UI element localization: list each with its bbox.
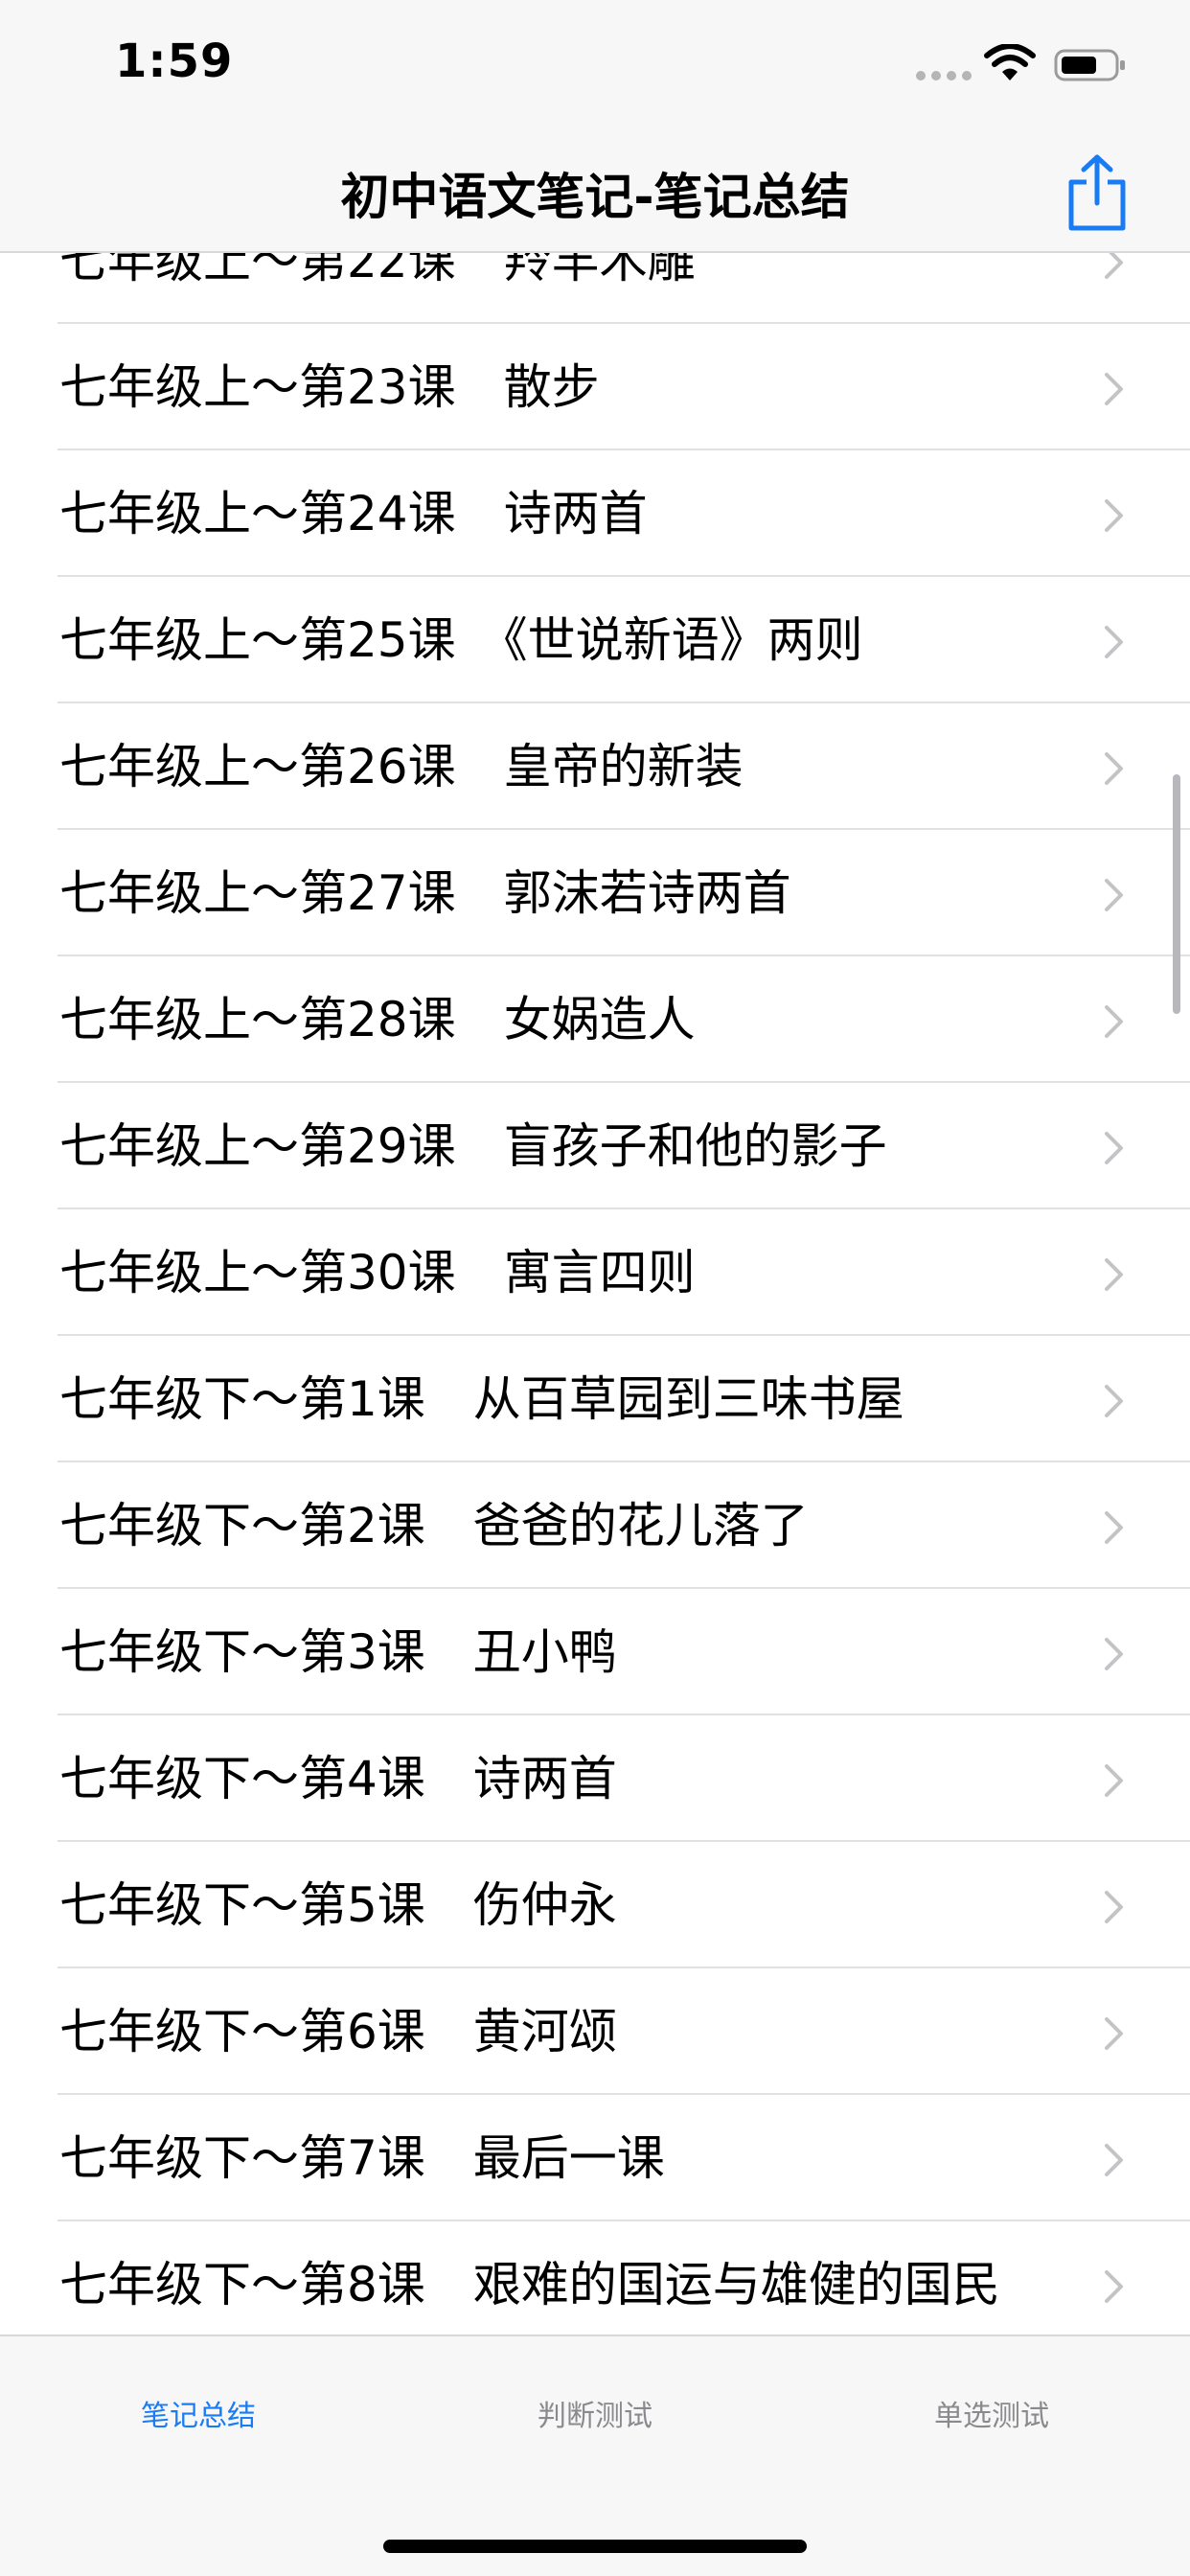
- list-item[interactable]: 七年级上～第26课 皇帝的新装: [0, 703, 1190, 830]
- chevron-right-icon: [1105, 1258, 1123, 1291]
- chevron-right-icon: [1105, 1764, 1123, 1797]
- list-item-label: 七年级上～第25课 《世说新语》两则: [59, 612, 863, 668]
- list-item-label: 七年级下～第4课 诗两首: [59, 1751, 617, 1806]
- list-item[interactable]: 七年级下～第4课 诗两首: [0, 1715, 1190, 1842]
- list-item-label: 七年级上～第22课 羚羊木雕: [59, 253, 696, 288]
- battery-icon: [1054, 49, 1125, 81]
- chevron-right-icon: [1105, 253, 1123, 279]
- list-item-label: 七年级下～第2课 爸爸的花儿落了: [59, 1498, 809, 1553]
- list-item-label: 七年级下～第5课 伤仲永: [59, 1877, 617, 1933]
- list-item[interactable]: 七年级下～第2课 爸爸的花儿落了: [0, 1462, 1190, 1589]
- list-item-label: 七年级下～第7课 最后一课: [59, 2130, 665, 2186]
- list-item-label: 七年级上～第29课 盲孩子和他的影子: [59, 1118, 887, 1174]
- tab-true-false-test[interactable]: 判断测试: [397, 2336, 793, 2490]
- list-item[interactable]: 七年级下～第7课 最后一课: [0, 2095, 1190, 2221]
- list-item[interactable]: 七年级上～第27课 郭沫若诗两首: [0, 830, 1190, 956]
- chevron-right-icon: [1105, 499, 1123, 532]
- list-item-label: 七年级上～第24课 诗两首: [59, 486, 648, 541]
- scroll-indicator[interactable]: [1173, 774, 1180, 1014]
- list-item[interactable]: 七年级下～第8课 艰难的国运与雄健的国民: [0, 2221, 1190, 2334]
- status-bar: 1:59: [0, 0, 1190, 126]
- list-item[interactable]: 七年级上～第30课 寓言四则: [0, 1209, 1190, 1336]
- list-item-label: 七年级下～第3课 丑小鸭: [59, 1624, 617, 1680]
- list-item-label: 七年级上～第26课 皇帝的新装: [59, 739, 744, 794]
- list-item[interactable]: 七年级上～第23课 散步: [0, 324, 1190, 450]
- list-item[interactable]: 七年级下～第5课 伤仲永: [0, 1842, 1190, 1968]
- chevron-right-icon: [1105, 2270, 1123, 2303]
- wifi-icon: [984, 44, 1036, 80]
- chevron-right-icon: [1105, 1891, 1123, 1923]
- list-item[interactable]: 七年级上～第24课 诗两首: [0, 450, 1190, 577]
- list-item-label: 七年级上～第27课 郭沫若诗两首: [59, 865, 791, 921]
- list-item[interactable]: 七年级上～第29课 盲孩子和他的影子: [0, 1083, 1190, 1209]
- list-item-label: 七年级上～第23课 散步: [59, 359, 600, 415]
- list-item-label: 七年级下～第1课 从百草园到三味书屋: [59, 1371, 904, 1427]
- chevron-right-icon: [1105, 2017, 1123, 2050]
- chevron-right-icon: [1105, 626, 1123, 658]
- page-title: 初中语文笔记-笔记总结: [340, 170, 850, 226]
- chevron-right-icon: [1105, 1005, 1123, 1038]
- home-indicator: [383, 2540, 807, 2553]
- chevron-right-icon: [1105, 1638, 1123, 1670]
- list-item[interactable]: 七年级下～第6课 黄河颂: [0, 1968, 1190, 2095]
- tab-single-choice-test[interactable]: 单选测试: [793, 2336, 1190, 2490]
- chevron-right-icon: [1105, 752, 1123, 785]
- chevron-right-icon: [1105, 879, 1123, 911]
- tab-notes-summary[interactable]: 笔记总结: [0, 2336, 397, 2490]
- chevron-right-icon: [1105, 2144, 1123, 2176]
- chevron-right-icon: [1105, 1385, 1123, 1417]
- list-item-label: 七年级下～第6课 黄河颂: [59, 2004, 617, 2059]
- list-item[interactable]: 七年级上～第22课 羚羊木雕: [0, 253, 1190, 324]
- chevron-right-icon: [1105, 1132, 1123, 1164]
- chevron-right-icon: [1105, 373, 1123, 405]
- share-button[interactable]: [1064, 153, 1131, 232]
- status-time: 1:59: [115, 34, 234, 88]
- chevron-right-icon: [1105, 1511, 1123, 1544]
- navigation-bar: 初中语文笔记-笔记总结: [0, 126, 1190, 253]
- list-item[interactable]: 七年级下～第3课 丑小鸭: [0, 1589, 1190, 1715]
- list-item-label: 七年级上～第28课 女娲造人: [59, 992, 696, 1047]
- list-item-label: 七年级上～第30课 寓言四则: [59, 1245, 696, 1300]
- cellular-signal-icon: [916, 71, 972, 80]
- list-item[interactable]: 七年级下～第1课 从百草园到三味书屋: [0, 1336, 1190, 1462]
- list-item[interactable]: 七年级上～第28课 女娲造人: [0, 956, 1190, 1083]
- lesson-list[interactable]: 七年级上～第22课 羚羊木雕 七年级上～第23课 散步 七年级上～第24课 诗两…: [0, 253, 1190, 2334]
- list-item[interactable]: 七年级上～第25课 《世说新语》两则: [0, 577, 1190, 703]
- list-item-label: 七年级下～第8课 艰难的国运与雄健的国民: [59, 2257, 1000, 2312]
